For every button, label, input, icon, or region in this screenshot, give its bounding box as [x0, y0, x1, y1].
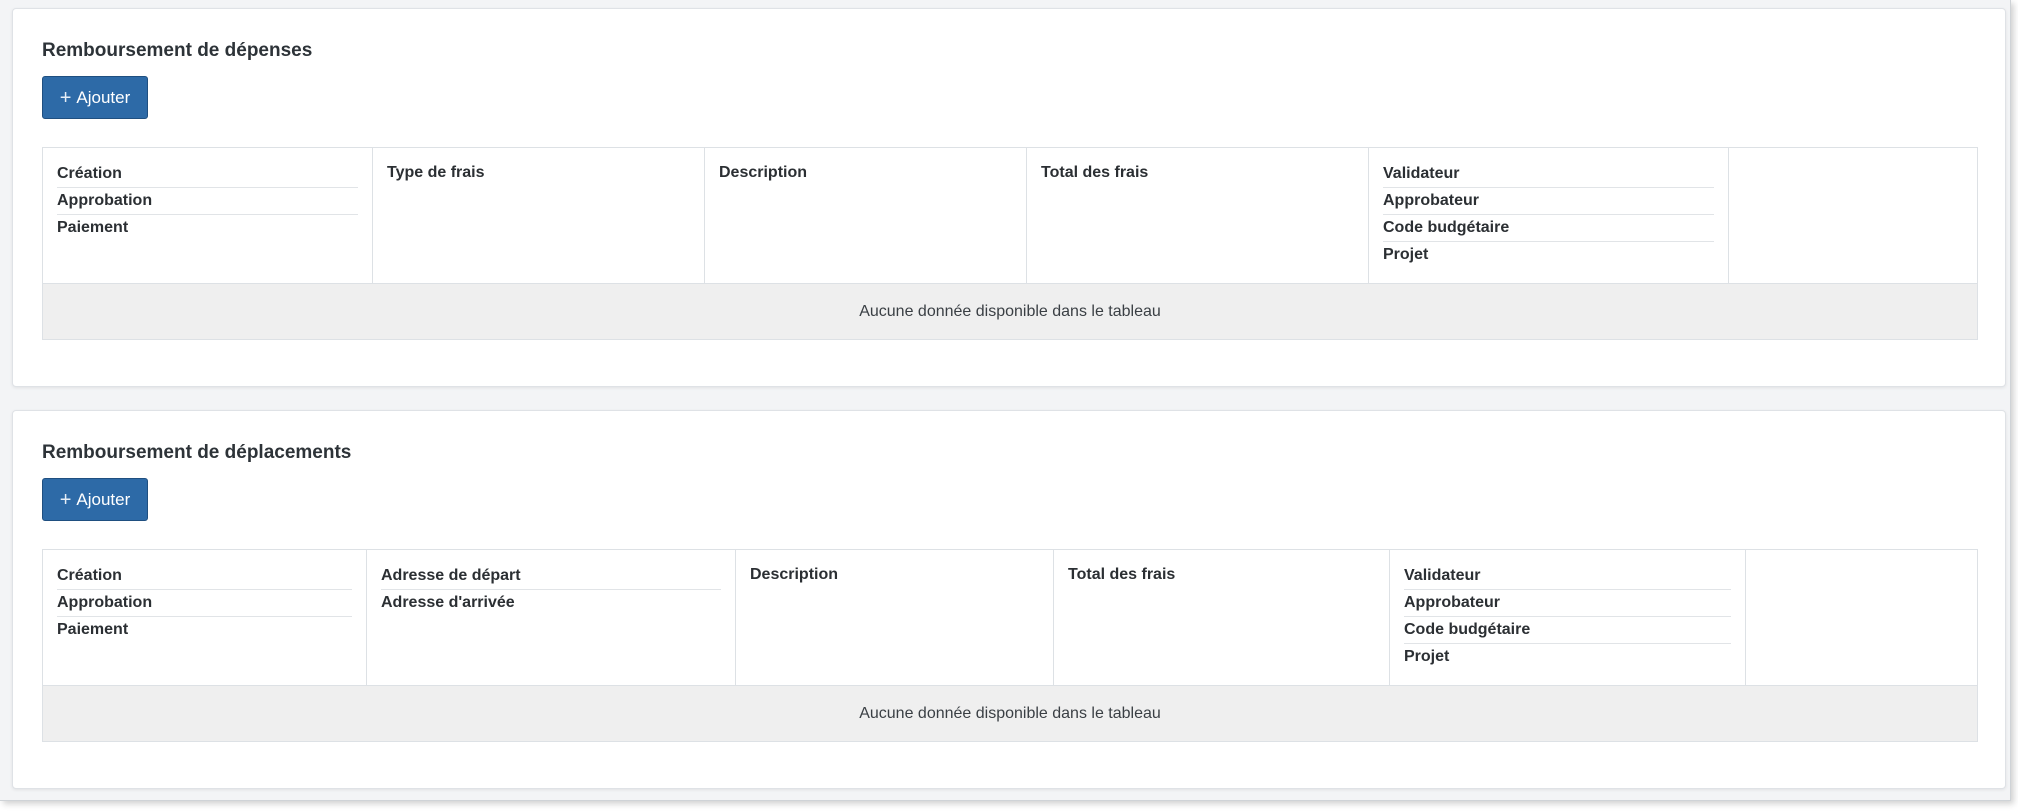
- column-header-approvers[interactable]: Validateur Approbateur Code budgétaire P…: [1368, 147, 1729, 284]
- page-frame: Remboursement de dépenses + Ajouter Créa…: [0, 0, 2011, 801]
- table-header-row: Création Approbation Paiement Adresse de…: [42, 549, 1978, 686]
- add-expense-button[interactable]: + Ajouter: [42, 76, 148, 119]
- column-header-expense-type[interactable]: Type de frais: [372, 147, 705, 284]
- header-line: Approbation: [57, 593, 352, 617]
- header-line: Approbateur: [1383, 191, 1714, 215]
- table-header-row: Création Approbation Paiement Type de fr…: [42, 147, 1978, 284]
- header-line: Total des frais: [1041, 164, 1149, 181]
- section-title: Remboursement de dépenses: [42, 40, 313, 61]
- header-line: Description: [719, 164, 808, 181]
- column-header-description[interactable]: Description: [704, 147, 1027, 284]
- column-header-addresses[interactable]: Adresse de départ Adresse d'arrivée: [366, 549, 736, 686]
- add-button-label: Ajouter: [76, 87, 131, 107]
- section-title: Remboursement de déplacements: [42, 442, 352, 463]
- empty-table-message: Aucune donnée disponible dans le tableau: [42, 283, 1978, 340]
- plus-icon: +: [59, 488, 72, 511]
- column-header-dates[interactable]: Création Approbation Paiement: [42, 549, 367, 686]
- travel-table: Création Approbation Paiement Adresse de…: [42, 549, 1978, 742]
- column-header-dates[interactable]: Création Approbation Paiement: [42, 147, 373, 284]
- header-line: Validateur: [1383, 164, 1714, 188]
- empty-table-message: Aucune donnée disponible dans le tableau: [42, 685, 1978, 742]
- header-line: Code budgétaire: [1404, 620, 1731, 644]
- header-line: Création: [57, 164, 358, 188]
- column-header-approvers[interactable]: Validateur Approbateur Code budgétaire P…: [1389, 549, 1746, 686]
- column-header-total[interactable]: Total des frais: [1026, 147, 1369, 284]
- header-line: Approbateur: [1404, 593, 1731, 617]
- header-line: Paiement: [57, 219, 129, 236]
- header-line: Adresse d'arrivée: [381, 594, 515, 611]
- header-line: Paiement: [57, 621, 129, 638]
- add-travel-button[interactable]: + Ajouter: [42, 478, 148, 521]
- column-header-total[interactable]: Total des frais: [1053, 549, 1390, 686]
- plus-icon: +: [59, 86, 72, 109]
- header-line: Projet: [1383, 246, 1429, 263]
- header-line: Code budgétaire: [1383, 218, 1714, 242]
- header-line: Approbation: [57, 191, 358, 215]
- expense-reimbursement-panel: Remboursement de dépenses + Ajouter Créa…: [12, 8, 2006, 387]
- travel-reimbursement-panel: Remboursement de déplacements + Ajouter …: [12, 410, 2006, 789]
- header-line: Adresse de départ: [381, 566, 721, 590]
- expenses-table: Création Approbation Paiement Type de fr…: [42, 147, 1978, 340]
- column-header-actions: [1745, 549, 1978, 686]
- header-line: Total des frais: [1068, 566, 1176, 583]
- header-line: Description: [750, 566, 839, 583]
- column-header-description[interactable]: Description: [735, 549, 1054, 686]
- column-header-actions: [1728, 147, 1978, 284]
- header-line: Validateur: [1404, 566, 1731, 590]
- empty-table-row: Aucune donnée disponible dans le tableau: [42, 283, 1978, 340]
- empty-table-row: Aucune donnée disponible dans le tableau: [42, 685, 1978, 742]
- header-line: Projet: [1404, 648, 1450, 665]
- header-line: Type de frais: [387, 164, 485, 181]
- header-line: Création: [57, 566, 352, 590]
- add-button-label: Ajouter: [76, 489, 131, 509]
